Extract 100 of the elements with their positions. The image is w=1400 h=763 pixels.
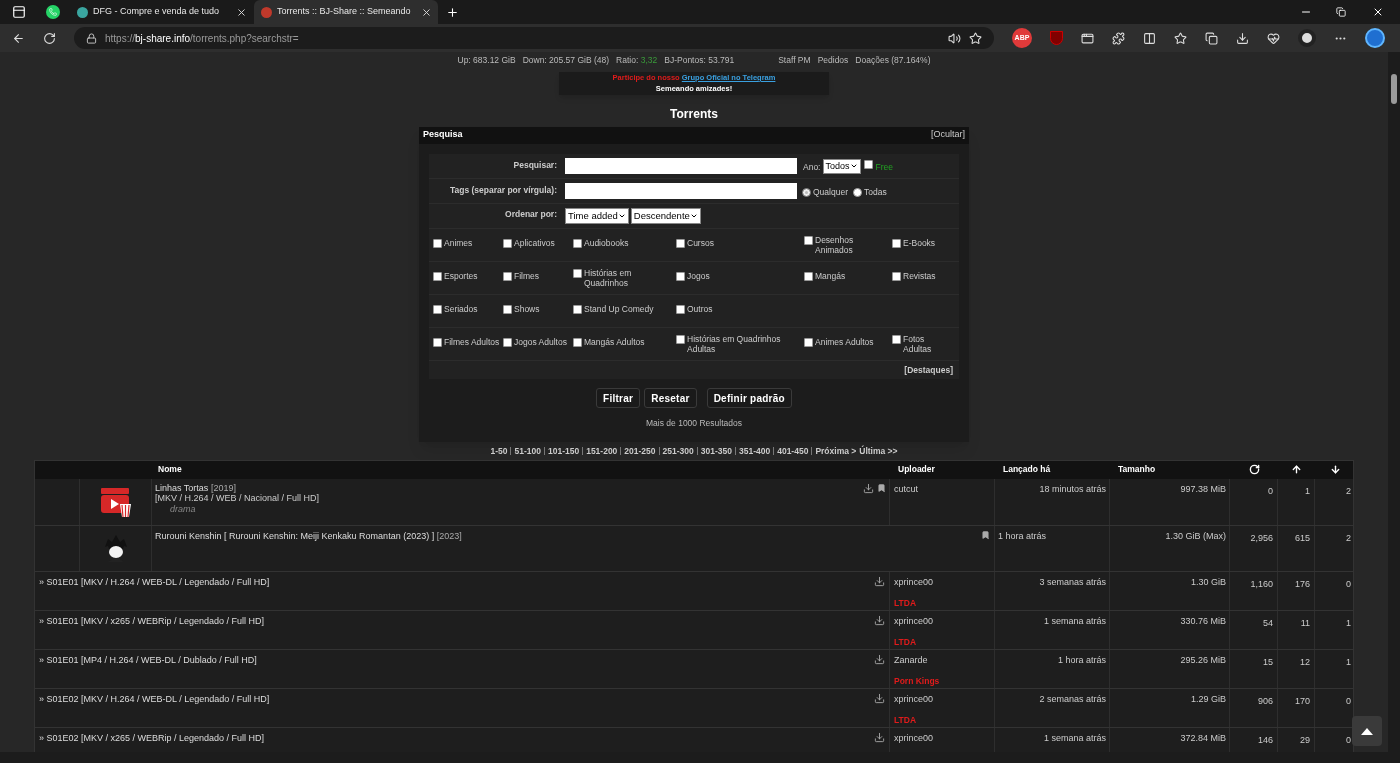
page-link[interactable]: 251-300 bbox=[662, 445, 694, 458]
leecher-count: 0 bbox=[1345, 694, 1352, 708]
highlights-link[interactable]: [Destaques] bbox=[904, 363, 953, 377]
seeder-count: 615 bbox=[1278, 525, 1315, 571]
column-header[interactable]: Lançado há bbox=[995, 463, 1110, 477]
address-bar[interactable]: https://bj-share.info/torrents.php?searchstr= bbox=[74, 27, 994, 49]
uploader-name[interactable]: cutcut bbox=[890, 478, 995, 525]
page-link[interactable]: 101-150 bbox=[547, 445, 580, 458]
form-button[interactable]: Resetar bbox=[644, 388, 697, 409]
form-button[interactable]: Filtrar bbox=[596, 388, 641, 409]
next-page-link[interactable]: Próxima > bbox=[815, 445, 857, 458]
panel-title: Pesquisa bbox=[423, 128, 463, 142]
leecher-count: 1 bbox=[1345, 655, 1352, 669]
page-link[interactable]: 1-50 bbox=[490, 445, 508, 458]
uploader-name[interactable]: xprince00 bbox=[894, 575, 994, 590]
sort-direction-select[interactable]: Descendente bbox=[630, 208, 701, 225]
category-label: Desenhos Animados bbox=[815, 235, 855, 256]
category-label: Aplicativos bbox=[514, 238, 555, 249]
upload-age: 1 semana atrás bbox=[995, 610, 1110, 649]
uploader-name[interactable]: xprince00 bbox=[894, 731, 994, 746]
tags-label: Tags (separar por vírgula): bbox=[448, 184, 558, 197]
ratio-stat: Ratio: 3,32 bbox=[616, 54, 658, 66]
snatch-count: 2,956 bbox=[1230, 525, 1278, 571]
year-value: Todos bbox=[825, 159, 850, 173]
file-size: 1.30 GiB bbox=[1110, 571, 1230, 610]
torrent-title[interactable]: Linhas Tortas [2019] bbox=[155, 482, 320, 494]
search-label: Pesquisar: bbox=[512, 158, 558, 172]
tab-title: Torrents :: BJ-Share :: Semeando bbox=[277, 5, 411, 19]
seeder-count: 176 bbox=[1278, 571, 1315, 610]
user-stat: Down: 205.57 GiB (48) bbox=[522, 54, 610, 66]
user-link[interactable]: Staff PM bbox=[778, 54, 811, 66]
radio-label: Todas bbox=[863, 186, 887, 199]
release-group[interactable]: Porn Kings bbox=[894, 675, 994, 688]
category-label: Jogos Adultos bbox=[514, 337, 567, 348]
sort-direction-value: Descendente bbox=[633, 209, 690, 223]
form-button[interactable]: Definir padrão bbox=[706, 388, 792, 409]
category-label: Cursos bbox=[687, 238, 714, 249]
year-label: Ano: bbox=[803, 160, 821, 174]
hide-link[interactable]: [Ocultar] bbox=[931, 128, 965, 142]
upload-age: 1 hora atrás bbox=[995, 525, 1110, 571]
category-label: Shows bbox=[514, 304, 540, 315]
uploader-name[interactable]: Zanarde bbox=[894, 653, 994, 668]
category-label: Stand Up Comedy bbox=[584, 304, 654, 315]
column-header[interactable]: Tamanho bbox=[1110, 463, 1230, 477]
upload-age: 1 hora atrás bbox=[995, 649, 1110, 688]
user-link[interactable]: Pedidos bbox=[817, 54, 849, 66]
browser-tab[interactable]: Torrents :: BJ-Share :: Semeando bbox=[254, 0, 438, 24]
category-label: Revistas bbox=[903, 271, 936, 282]
leecher-count: 1 bbox=[1345, 616, 1352, 630]
free-label: Free bbox=[875, 160, 893, 174]
sort-label: Ordenar por: bbox=[504, 208, 558, 221]
upload-age: 2 semanas atrás bbox=[995, 688, 1110, 727]
seeder-count: 11 bbox=[1278, 610, 1315, 649]
page-link[interactable]: 351-400 bbox=[738, 445, 771, 458]
year-select[interactable]: Todos bbox=[822, 158, 861, 174]
user-stat: Up: 683.12 GiB bbox=[457, 54, 516, 66]
uploader-name[interactable]: xprince00 bbox=[894, 692, 994, 707]
file-size: 997.38 MiB bbox=[1110, 478, 1230, 525]
episode-title[interactable]: » S01E01 [MKV / H.264 / WEB-DL / Legendado / Full HD] bbox=[39, 575, 270, 610]
upload-age: 18 minutos atrás bbox=[995, 478, 1110, 525]
seeder-count: 1 bbox=[1278, 478, 1315, 525]
category-label: Seriados bbox=[444, 304, 478, 315]
page-link[interactable]: 201-250 bbox=[624, 445, 656, 458]
radio-label: Qualquer bbox=[813, 186, 848, 199]
category-label: E-Books bbox=[903, 238, 936, 249]
category-label: Histórias em Quadrinhos bbox=[584, 268, 633, 289]
genre-tag[interactable]: drama bbox=[155, 503, 320, 515]
user-link[interactable]: Doações (87.164%) bbox=[855, 54, 931, 66]
category-label: Filmes Adultos bbox=[444, 337, 500, 348]
category-label: Mangás Adultos bbox=[584, 337, 645, 348]
url-text: https://bj-share.info/torrents.php?searchstr= bbox=[105, 31, 299, 46]
episode-title[interactable]: » S01E02 [MKV / x265 / WEBRip / Legendado / Full HD] bbox=[39, 731, 265, 752]
snatch-count: 54 bbox=[1230, 610, 1278, 649]
last-page-link[interactable]: Última >> bbox=[859, 445, 898, 458]
browser-tab[interactable]: DFG - Compre e venda de tudo bbox=[70, 0, 254, 24]
episode-title[interactable]: » S01E01 [MKV / x265 / WEBRip / Legendado / Full HD] bbox=[39, 614, 265, 649]
page-link[interactable]: 301-350 bbox=[700, 445, 732, 458]
torrent-title[interactable]: Rurouni Kenshin [ Rurouni Kenshin: Meiji Kenkaku Romantan (2023) ] [2023] bbox=[155, 529, 462, 571]
snatch-count: 15 bbox=[1230, 649, 1278, 688]
user-stat: BJ-Pontos: 53.791 bbox=[664, 54, 735, 66]
file-size: 1.30 GiB (Max) bbox=[1110, 525, 1230, 571]
sort-field-select[interactable]: Time added bbox=[565, 208, 629, 225]
column-header[interactable]: Uploader bbox=[890, 463, 995, 477]
category-label: Animes Adultos bbox=[815, 337, 874, 348]
snatch-count: 0 bbox=[1230, 478, 1278, 525]
category-label: Jogos bbox=[687, 271, 710, 282]
episode-title[interactable]: » S01E02 [MKV / H.264 / WEB-DL / Legendado / Full HD] bbox=[39, 692, 270, 727]
category-label: Mangás bbox=[815, 271, 846, 282]
column-header[interactable]: Nome bbox=[152, 463, 890, 477]
category-label: Esportes bbox=[444, 271, 478, 282]
uploader-name[interactable]: xprince00 bbox=[894, 614, 994, 629]
page-link[interactable]: 51-100 bbox=[514, 445, 541, 458]
leecher-count: 2 bbox=[1345, 531, 1352, 545]
category-label: Audiobooks bbox=[584, 238, 629, 249]
seeder-count: 12 bbox=[1278, 649, 1315, 688]
page-link[interactable]: 151-200 bbox=[586, 445, 618, 458]
episode-title[interactable]: » S01E01 [MP4 / H.264 / WEB-DL / Dublado / Full HD] bbox=[39, 653, 257, 688]
page-link[interactable]: 401-450 bbox=[777, 445, 809, 458]
seeder-count: 170 bbox=[1278, 688, 1315, 727]
file-size: 1.29 GiB bbox=[1110, 688, 1230, 727]
